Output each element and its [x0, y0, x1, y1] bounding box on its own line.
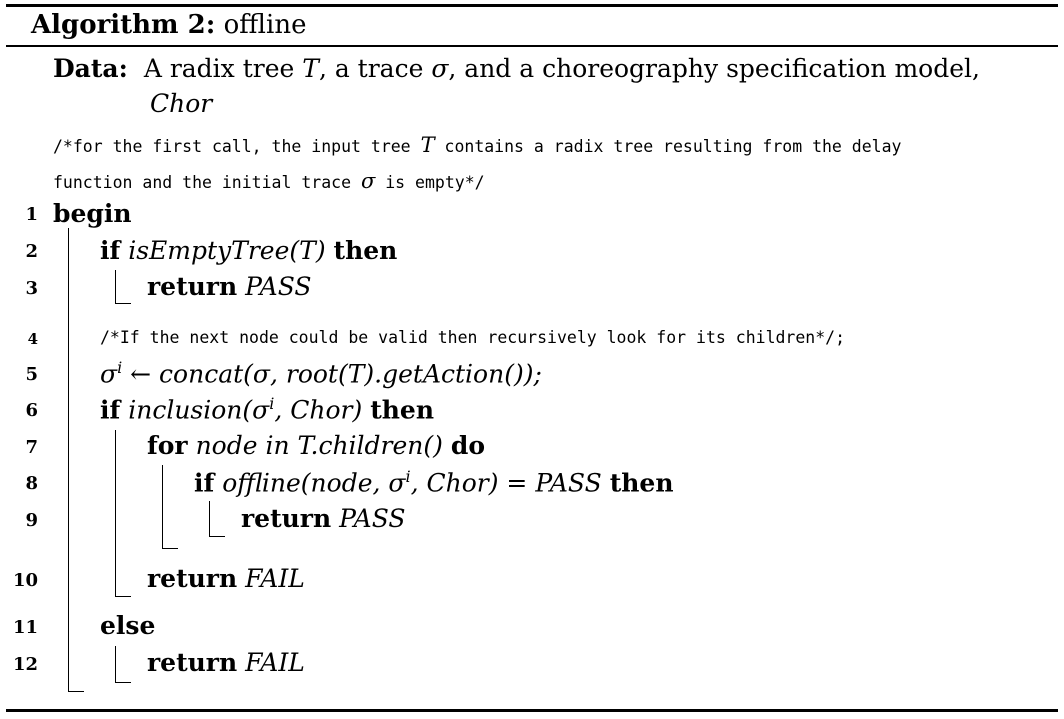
top-rule [6, 4, 1058, 7]
line-number-12: 12 [12, 654, 38, 675]
line-2: if isEmptyTree(T) then [100, 236, 398, 265]
data-var-sigma: σ [431, 54, 449, 83]
block-line-if-offline [209, 501, 210, 536]
algorithm-label: Algorithm 2: [31, 10, 216, 40]
line-2-expr: isEmptyTree(T) [128, 236, 326, 265]
data-text-1: A radix tree [143, 54, 303, 83]
line-number-2: 2 [25, 241, 38, 262]
block-line-for [162, 465, 163, 548]
block-end-if-inclusion [115, 596, 131, 597]
algorithm-caption: Algorithm 2: offline [31, 12, 306, 38]
data-label: Data: [53, 54, 128, 83]
line-10: return FAIL [147, 564, 305, 593]
data-var-chor: Chor [150, 89, 213, 118]
line-5: σi ← concat(σ, root(T).getAction()); [100, 358, 542, 389]
block-line-if-empty [115, 270, 116, 303]
data-var-T: T [302, 54, 319, 83]
line-8: if offline(node, σi, Chor) = PASS then [194, 467, 674, 498]
line-6: if inclusion(σi, Chor) then [100, 394, 434, 425]
line-number-6: 6 [25, 400, 38, 421]
block-end-if-offline [209, 536, 225, 537]
block-end-if-empty [115, 303, 131, 304]
block-line-if-inclusion [115, 430, 116, 596]
line-number-4: 4 [27, 330, 38, 348]
line-number-11: 11 [12, 617, 38, 638]
line-number-7: 7 [25, 437, 38, 458]
line-12: return FAIL [147, 648, 305, 677]
data-line: Data: A radix tree T, a trace σ, and a c… [53, 56, 980, 81]
line-5-expr: concat(σ, root(T).getAction()); [159, 359, 542, 389]
line-7: for node in T.children() do [147, 431, 486, 460]
line-number-1: 1 [25, 204, 38, 225]
data-text-2: , a trace [318, 54, 432, 83]
line-4-comment: /*If the next node could be valid then r… [100, 328, 846, 347]
line-number-10: 10 [12, 570, 38, 591]
block-end-else [115, 682, 131, 683]
line-number-8: 8 [25, 473, 38, 494]
intro-comment-line-1: /*for the first call, the input tree T c… [53, 133, 902, 157]
line-number-3: 3 [25, 278, 38, 299]
line-1-begin: begin [53, 199, 132, 228]
line-number-9: 9 [25, 510, 38, 531]
block-end-for [162, 548, 178, 549]
comment-var-T: T [420, 133, 435, 157]
intro-comment-line-2: function and the initial trace σ is empt… [53, 169, 485, 193]
comment-var-sigma: σ [360, 169, 376, 193]
line-3: return PASS [147, 272, 312, 301]
block-end-begin [68, 691, 84, 692]
algorithm-name: offline [223, 10, 307, 40]
bottom-rule [6, 709, 1058, 712]
line-number-5: 5 [25, 364, 38, 385]
block-line-else [115, 646, 116, 682]
block-line-begin [68, 228, 69, 691]
caption-rule [6, 45, 1058, 47]
line-11-else: else [100, 611, 156, 640]
line-9: return PASS [241, 504, 406, 533]
data-text-3: , and a choreography specification model… [448, 54, 980, 83]
